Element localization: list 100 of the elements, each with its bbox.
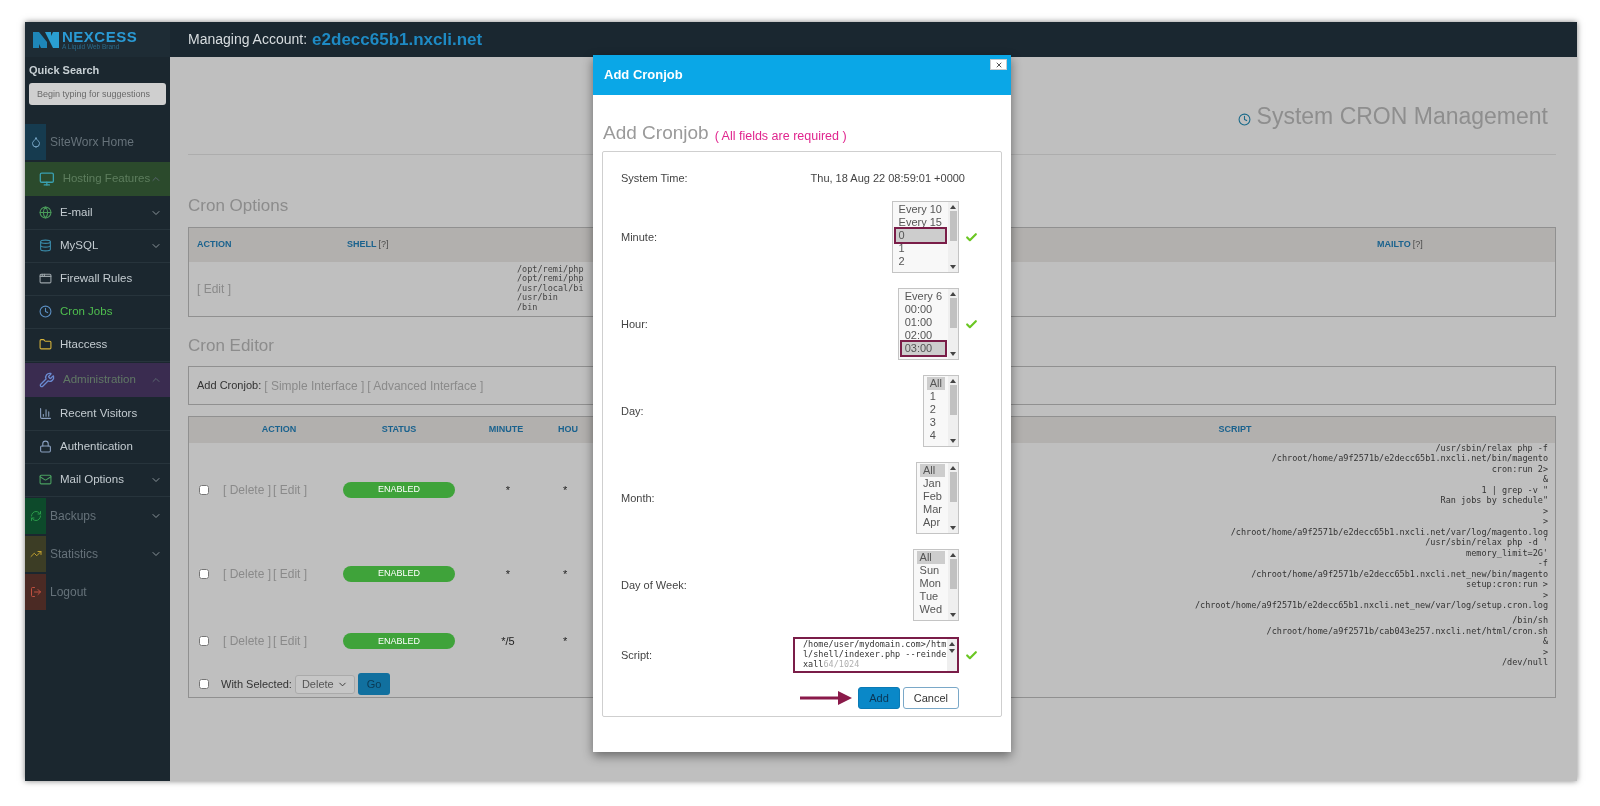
- monitor-icon: [39, 170, 55, 187]
- listbox-option[interactable]: Every 15: [895, 216, 945, 229]
- listbox-option[interactable]: All: [926, 377, 945, 390]
- listbox-option[interactable]: Jan: [920, 477, 945, 490]
- scroll-down-icon[interactable]: [950, 526, 956, 530]
- scroll-up-icon[interactable]: [950, 466, 956, 470]
- cancel-button[interactable]: Cancel: [902, 687, 959, 709]
- dialog-title: Add Cronjob: [604, 66, 683, 85]
- listbox-option[interactable]: Mar: [920, 503, 945, 516]
- listbox[interactable]: Every 6 00:00 01:00 02:00 03:00: [897, 288, 959, 360]
- chart-icon: [39, 407, 52, 420]
- globe-icon: [39, 206, 52, 219]
- column-header: STATUS: [381, 423, 417, 437]
- row-checkbox[interactable]: [199, 569, 209, 580]
- listbox-option[interactable]: 0: [895, 229, 945, 242]
- scroll-up-icon[interactable]: [950, 553, 956, 557]
- script-cell: /usr/sbin/relax php -d ' memory_limit=2G' -f /chroot/home/a9f2571b/e2decc65b1.nxcli.net_new/bin/magento setup:cron:run > > /chroot/home/a9f2571b/e2decc65b1.nxcli.net_new/var/log/setup.cron.log: [1194, 537, 1548, 611]
- minute-cell-text: *: [504, 567, 512, 582]
- row-checkbox[interactable]: [199, 485, 209, 496]
- status-badge: ENABLED: [343, 633, 455, 650]
- system-time: Thu, 18 Aug 22 08:59:01 +0000: [810, 170, 965, 186]
- select-all-checkbox[interactable]: [199, 679, 209, 690]
- scroll-up-icon[interactable]: [949, 642, 955, 646]
- hour-cell-text: *: [562, 567, 569, 582]
- clock-icon: [1237, 113, 1251, 126]
- scrollbar[interactable]: [947, 639, 957, 671]
- listbox-option[interactable]: 01:00: [901, 316, 945, 329]
- scrollbar[interactable]: [948, 463, 958, 533]
- lock-icon: [39, 440, 52, 453]
- search-field[interactable]: Begin typing for suggestions: [29, 82, 166, 105]
- add-cronjob-label: Add Cronjob:: [197, 378, 262, 394]
- field-label: Month:: [621, 490, 655, 506]
- window-icon: [39, 272, 52, 285]
- scroll-down-icon[interactable]: [950, 352, 956, 356]
- listbox-option[interactable]: 3: [926, 416, 945, 429]
- status-badge: ENABLED: [343, 566, 455, 583]
- script-value: /home/user/mydomain.com>/html/shell/indexer.php --reindexall64/1024: [803, 639, 947, 669]
- sidebar-item-label: Mail Options: [60, 471, 125, 487]
- dialog-heading: Add Cronjob: [603, 123, 709, 142]
- listbox-option[interactable]: 2: [926, 403, 945, 416]
- shell-path: /opt/remi/php: [517, 264, 584, 275]
- scroll-down-icon[interactable]: [950, 613, 956, 617]
- with-selected-label: With Selected:: [221, 677, 292, 693]
- listbox-option[interactable]: 4: [926, 429, 945, 442]
- scroll-up-icon[interactable]: [950, 292, 956, 296]
- listbox-option[interactable]: All: [920, 464, 945, 477]
- sidebar-item-label: Htaccess: [60, 336, 109, 352]
- arrows-icon: [29, 509, 42, 522]
- scroll-down-icon[interactable]: [949, 649, 955, 653]
- hour-cell-text: *: [562, 483, 569, 498]
- listbox[interactable]: Every 10 Every 15 0 1 2: [891, 201, 959, 273]
- scrollbar[interactable]: [948, 202, 958, 272]
- help-link[interactable]: [?]: [378, 237, 389, 252]
- scrollbar[interactable]: [948, 550, 958, 620]
- action-select[interactable]: Delete: [294, 674, 355, 694]
- scroll-down-icon[interactable]: [950, 439, 956, 443]
- column-header: SHELL: [347, 237, 377, 251]
- scrollbar[interactable]: [948, 376, 958, 446]
- listbox-option[interactable]: 00:00: [901, 303, 945, 316]
- listbox-option[interactable]: Apr: [920, 516, 945, 529]
- shell-path: /bin: [517, 302, 539, 313]
- field-label: System Time:: [621, 170, 688, 186]
- minute-cell-text: */5: [500, 634, 516, 650]
- column-header: SCRIPT: [1218, 423, 1252, 437]
- account-label: Managing Account:: [188, 30, 308, 49]
- script-field[interactable]: /home/user/mydomain.com>/html/shell/indexer.php --reindexall64/1024: [793, 637, 959, 673]
- script-cell: /bin/sh /chroot/home/a9f2571b/cab043e257.nxcli.net/html/cron.sh & > /dev/null: [1266, 615, 1548, 668]
- logo-icon: [33, 29, 59, 50]
- scroll-up-icon[interactable]: [950, 379, 956, 383]
- database-icon: [39, 239, 52, 252]
- status-badge: ENABLED: [343, 482, 455, 499]
- listbox-option[interactable]: Tue: [916, 590, 945, 603]
- listbox-option[interactable]: 1: [926, 390, 945, 403]
- scroll-down-icon[interactable]: [950, 265, 956, 269]
- listbox[interactable]: All Jan Feb Mar Apr: [916, 462, 959, 534]
- sidebar-section-label: SiteWorx Home: [50, 133, 135, 151]
- scroll-up-icon[interactable]: [950, 205, 956, 209]
- listbox-option[interactable]: 03:00: [901, 342, 945, 355]
- sidebar-item-label: Cron Jobs: [60, 303, 114, 319]
- minute-cell-text: *: [504, 483, 512, 498]
- listbox-option[interactable]: Sun: [916, 564, 945, 577]
- listbox-option[interactable]: Every 10: [895, 203, 945, 216]
- folder-icon: [39, 338, 52, 351]
- listbox-option[interactable]: 2: [895, 255, 945, 268]
- droplet-icon: [29, 135, 42, 148]
- listbox[interactable]: All 1 2 3 4: [922, 375, 959, 447]
- listbox[interactable]: All Sun Mon Tue Wed: [912, 549, 959, 621]
- scrollbar[interactable]: [948, 289, 958, 359]
- listbox-option[interactable]: Wed: [916, 603, 945, 616]
- close-button[interactable]: [990, 59, 1007, 70]
- listbox-option[interactable]: 1: [895, 242, 945, 255]
- help-link[interactable]: [?]: [1412, 237, 1423, 252]
- sidebar-section-label: Backups: [50, 507, 98, 525]
- listbox-option[interactable]: All: [916, 551, 945, 564]
- listbox-option[interactable]: 02:00: [901, 329, 945, 342]
- row-checkbox[interactable]: [199, 636, 209, 647]
- listbox-option[interactable]: Every 6: [901, 290, 945, 303]
- field-label: Day of Week:: [621, 577, 687, 593]
- listbox-option[interactable]: Mon: [916, 577, 945, 590]
- listbox-option[interactable]: Feb: [920, 490, 945, 503]
